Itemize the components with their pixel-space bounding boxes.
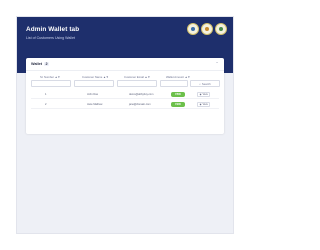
search-button[interactable]: ⌕ Search [190, 80, 220, 87]
cell-sl-number: 1 [45, 93, 47, 96]
emblem-logo-1 [187, 23, 199, 35]
eye-icon: ◉ [199, 92, 202, 96]
view-button[interactable]: ◉ View [197, 91, 211, 97]
search-button-label: Search [201, 81, 211, 86]
view-button[interactable]: ◉ View [197, 101, 211, 107]
cell-customer-email: demo@abbyboy.com [129, 93, 154, 96]
emblem-logo-2 [201, 23, 213, 35]
page-subtitle: List of Customers Using Wallet [26, 36, 75, 40]
wallet-count-badge: 2 [44, 62, 50, 66]
table-row: 2 Jane Mathew jane@domain.com ₹200 ◉ Vie… [31, 100, 219, 109]
wallet-card: Wallet 2 ⌃ Sl. Number ▲▼ Customer Name ▲▼… [26, 58, 224, 134]
cell-sl-number: 2 [45, 103, 47, 106]
table-row: 1 John Doe demo@abbyboy.com ₹500 ◉ View [31, 90, 219, 99]
logo-group [187, 23, 227, 35]
column-header-customer-email[interactable]: Customer Email ▲▼ [124, 75, 150, 79]
app-frame: Admin Wallet tab List of Customers Using… [16, 16, 234, 234]
filter-input-customer-email[interactable] [117, 80, 157, 87]
wallet-card-header: Wallet 2 ⌃ [26, 58, 224, 71]
wallet-amount-badge: ₹200 [171, 101, 185, 107]
view-button-label: View [202, 92, 208, 96]
wallet-card-title: Wallet 2 [31, 62, 50, 66]
collapse-icon[interactable]: ⌃ [214, 61, 220, 67]
column-header-customer-name[interactable]: Customer Name ▲▼ [82, 75, 109, 79]
emblem-logo-3 [215, 23, 227, 35]
search-icon: ⌕ [199, 81, 201, 86]
eye-icon: ◉ [199, 102, 202, 106]
cell-customer-name: John Doe [87, 93, 99, 96]
cell-customer-name: Jane Mathew [87, 103, 103, 106]
column-header-wallet-amount[interactable]: Wallet Amount ▲▼ [166, 75, 190, 79]
view-button-label: View [202, 102, 208, 106]
filter-input-wallet-amount[interactable] [160, 80, 188, 87]
wallet-card-title-text: Wallet [31, 62, 43, 66]
wallet-amount-badge: ₹500 [171, 91, 185, 97]
column-header-sl-number[interactable]: Sl. Number ▲▼ [40, 75, 60, 79]
page-title: Admin Wallet tab [26, 26, 80, 33]
filter-input-sl-number[interactable] [31, 80, 71, 87]
cell-customer-email: jane@domain.com [129, 103, 151, 106]
filter-input-customer-name[interactable] [74, 80, 114, 87]
